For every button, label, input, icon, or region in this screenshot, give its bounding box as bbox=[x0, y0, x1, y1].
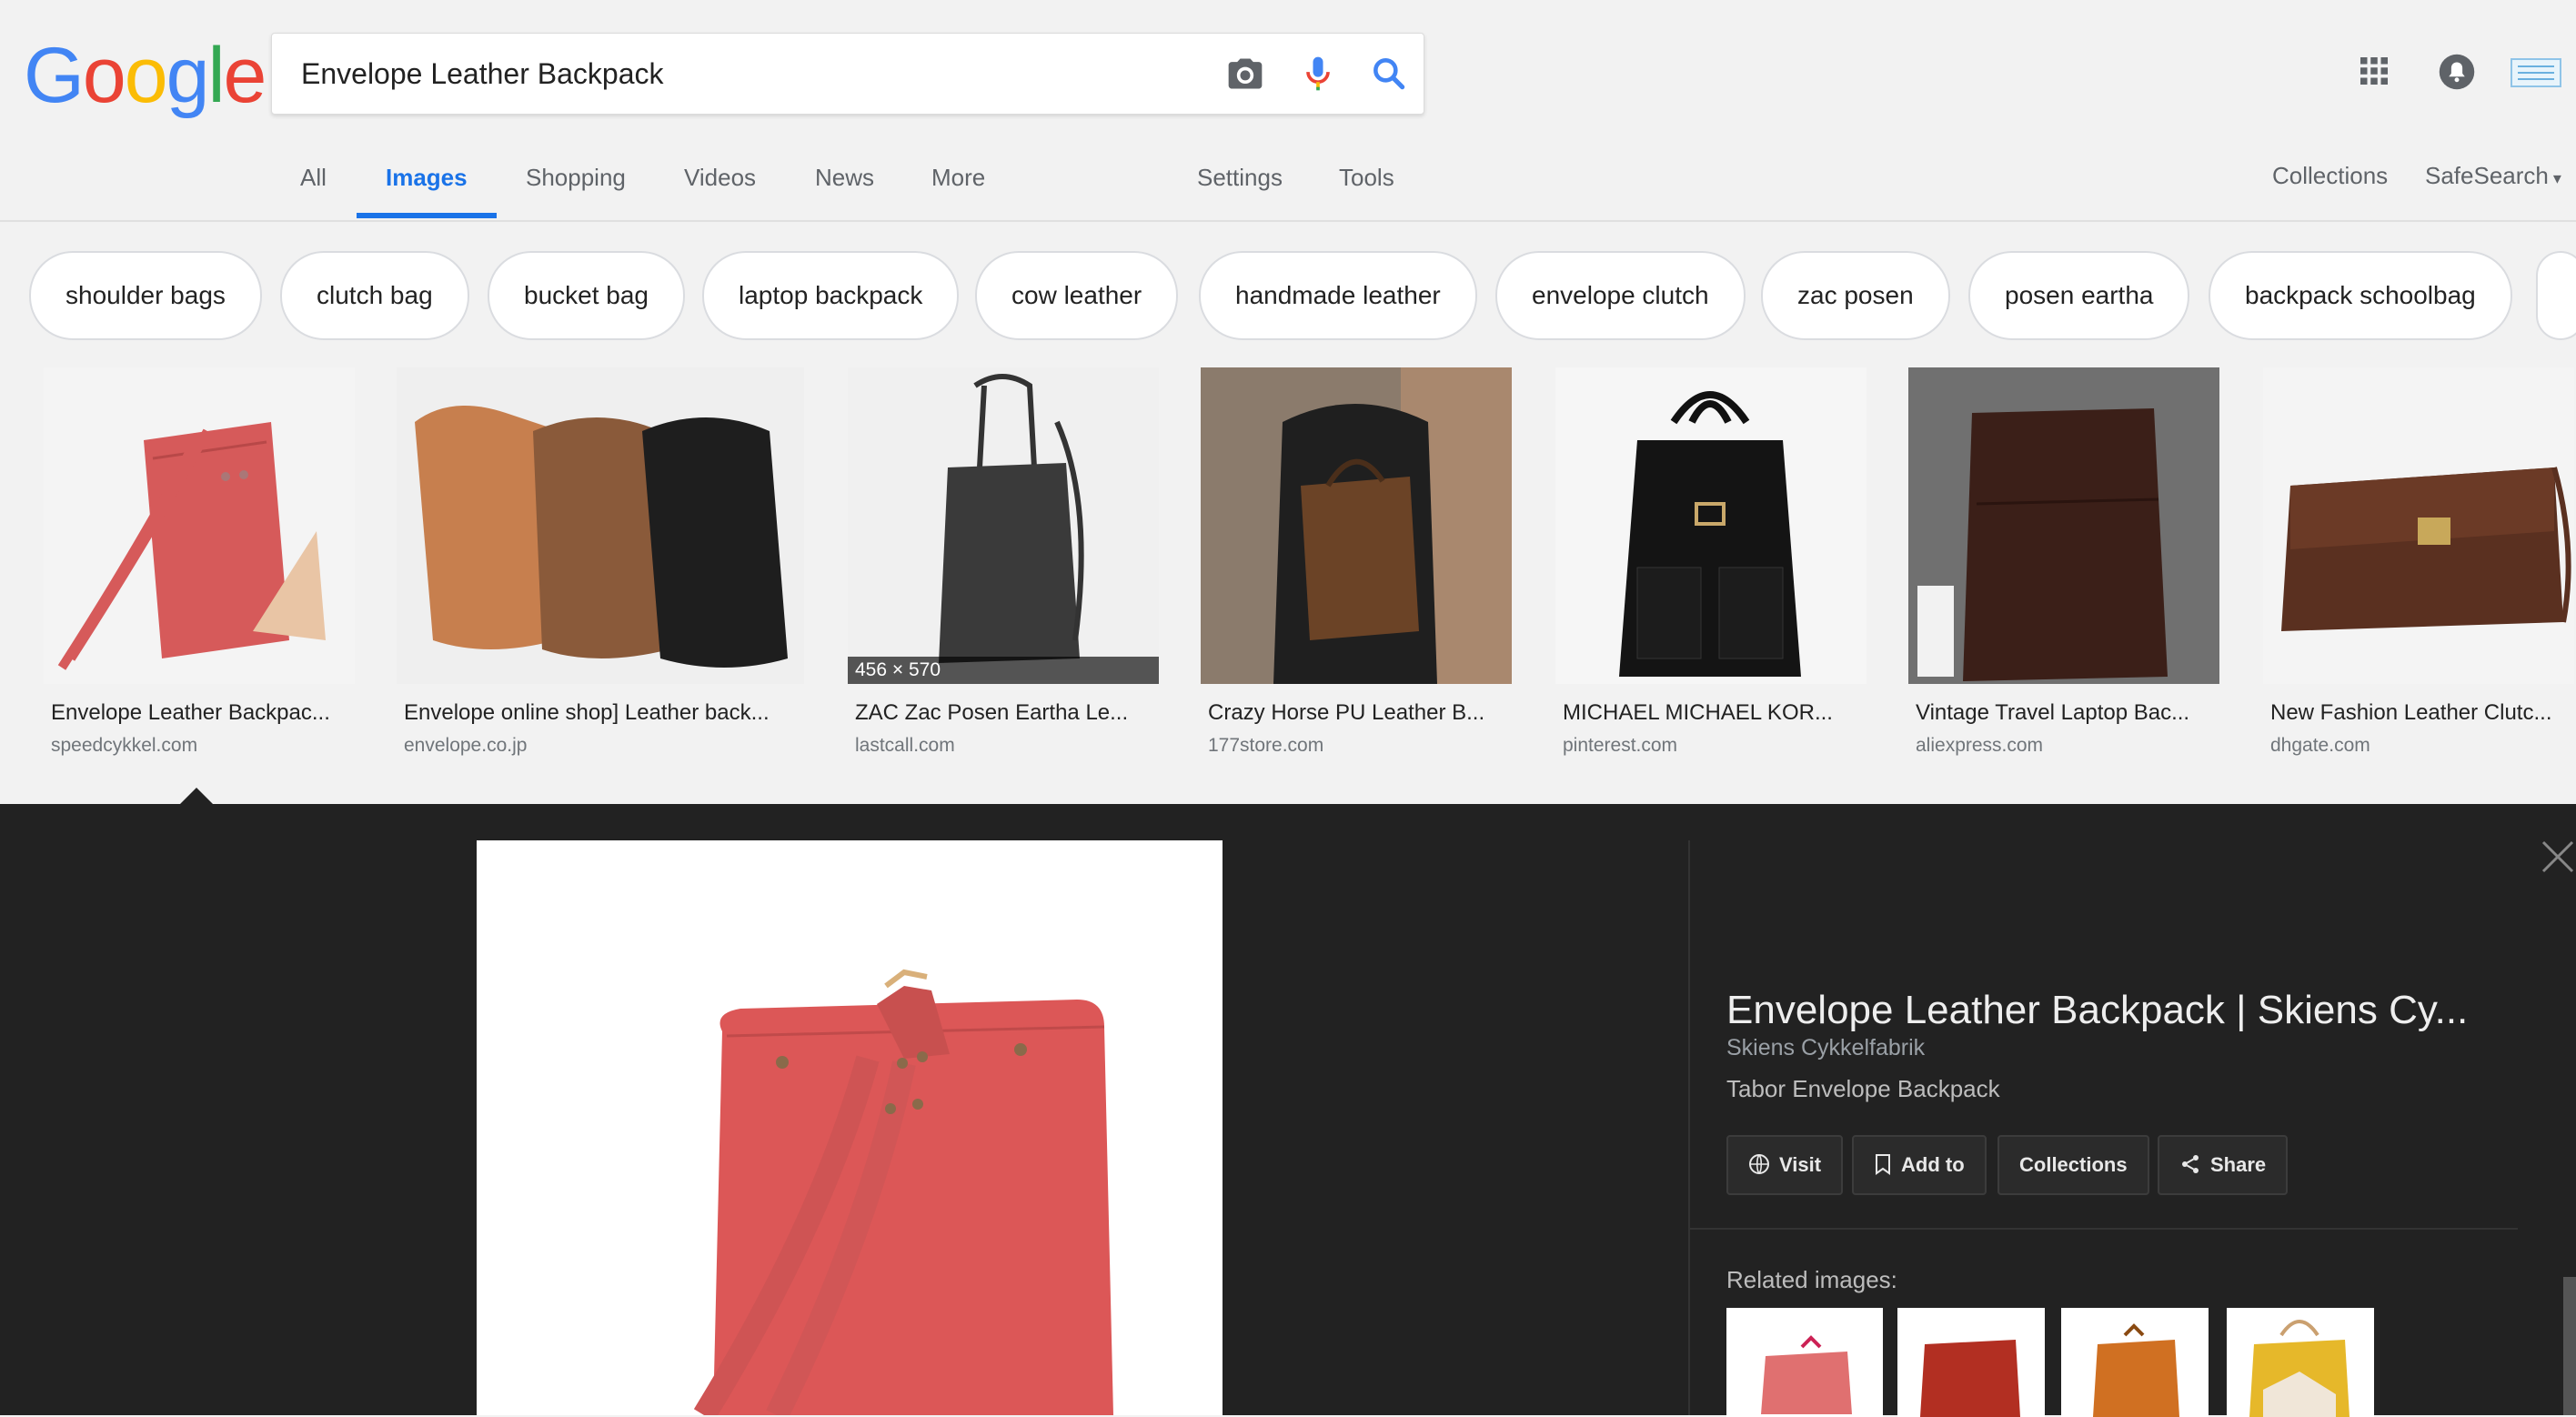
share-button[interactable]: Share bbox=[2158, 1135, 2289, 1195]
result-thumbnail[interactable] bbox=[2263, 367, 2574, 684]
related-image-2[interactable] bbox=[1897, 1308, 2045, 1417]
chip-handmade-leather[interactable]: handmade leather bbox=[1199, 251, 1477, 340]
image-result-4[interactable]: Crazy Horse PU Leather B... 177store.com bbox=[1201, 367, 1512, 757]
close-icon[interactable] bbox=[2538, 837, 2576, 877]
chip-backpack-schoolbag[interactable]: backpack schoolbag bbox=[2209, 251, 2512, 340]
result-thumbnail[interactable] bbox=[1201, 367, 1512, 684]
chip-overflow[interactable] bbox=[2536, 251, 2576, 340]
related-image-1[interactable] bbox=[1726, 1308, 1883, 1417]
preview-divider bbox=[1688, 840, 1690, 1415]
add-to-button[interactable]: Add to bbox=[1852, 1135, 1987, 1195]
preview-section-divider bbox=[1690, 1228, 2518, 1230]
logo-letter-l: l bbox=[207, 32, 225, 119]
chip-clutch-bag[interactable]: clutch bag bbox=[280, 251, 469, 340]
chevron-down-icon: ▾ bbox=[2548, 169, 2561, 187]
tools-link[interactable]: Tools bbox=[1339, 164, 1394, 192]
settings-link[interactable]: Settings bbox=[1197, 164, 1283, 192]
preview-site-name: Skiens Cykkelfabrik bbox=[1726, 1035, 1926, 1060]
chip-bucket-bag[interactable]: bucket bag bbox=[488, 251, 685, 340]
tab-images[interactable]: Images bbox=[386, 164, 468, 192]
related-image-3[interactable] bbox=[2061, 1308, 2209, 1417]
collections-label: Collections bbox=[2019, 1153, 2128, 1176]
result-title[interactable]: New Fashion Leather Clutc... bbox=[2263, 700, 2576, 726]
image-result-1[interactable]: Envelope Leather Backpac... speedcykkel.… bbox=[44, 367, 355, 757]
preview-caret bbox=[178, 788, 215, 806]
result-thumbnail[interactable] bbox=[1908, 367, 2219, 684]
logo-letter-g: G bbox=[24, 32, 85, 119]
result-source: envelope.co.jp bbox=[404, 735, 528, 756]
search-box[interactable]: Envelope Leather Backpack bbox=[271, 33, 1424, 115]
logo-letter-e: e bbox=[223, 32, 267, 119]
chip-cow-leather[interactable]: cow leather bbox=[975, 251, 1179, 340]
header-divider bbox=[0, 220, 2576, 222]
logo-letter-g2: g bbox=[166, 32, 210, 119]
globe-icon bbox=[1749, 1154, 1769, 1175]
result-title[interactable]: Envelope online shop] Leather back... bbox=[397, 700, 804, 726]
chip-laptop-backpack[interactable]: laptop backpack bbox=[702, 251, 960, 340]
preview-large-image[interactable] bbox=[477, 840, 1223, 1415]
camera-icon[interactable] bbox=[1225, 54, 1265, 94]
preview-description: Tabor Envelope Backpack bbox=[1726, 1075, 2000, 1102]
chip-envelope-clutch[interactable]: envelope clutch bbox=[1495, 251, 1746, 340]
result-title[interactable]: Envelope Leather Backpac... bbox=[44, 700, 360, 726]
result-thumbnail[interactable] bbox=[397, 367, 804, 684]
share-label: Share bbox=[2210, 1153, 2267, 1176]
google-logo[interactable]: Google bbox=[24, 31, 267, 121]
safesearch-dropdown[interactable]: SafeSearch ▾ bbox=[2425, 162, 2561, 190]
result-thumbnail[interactable]: 456 × 570 bbox=[848, 367, 1159, 684]
related-image-4[interactable] bbox=[2227, 1308, 2374, 1417]
tab-more[interactable]: More bbox=[931, 164, 985, 192]
collections-link[interactable]: Collections bbox=[2272, 162, 2388, 190]
chip-posen-eartha[interactable]: posen eartha bbox=[1968, 251, 2190, 340]
result-source: aliexpress.com bbox=[1916, 735, 2044, 756]
search-input[interactable]: Envelope Leather Backpack bbox=[301, 34, 663, 114]
search-icon[interactable] bbox=[1369, 54, 1409, 94]
image-result-7[interactable]: New Fashion Leather Clutc... dhgate.com bbox=[2263, 367, 2574, 757]
result-source: 177store.com bbox=[1208, 735, 1324, 756]
notifications-bell-icon[interactable] bbox=[2438, 53, 2476, 95]
add-to-label: Add to bbox=[1901, 1153, 1965, 1176]
result-thumbnail[interactable] bbox=[44, 367, 355, 684]
chip-zac-posen[interactable]: zac posen bbox=[1761, 251, 1950, 340]
safesearch-label: SafeSearch bbox=[2425, 162, 2549, 189]
result-title[interactable]: Crazy Horse PU Leather B... bbox=[1201, 700, 1517, 726]
visit-label: Visit bbox=[1779, 1153, 1822, 1176]
image-result-5[interactable]: MICHAEL MICHAEL KOR... pinterest.com bbox=[1555, 367, 1867, 757]
image-dimensions-badge: 456 × 570 bbox=[848, 657, 1159, 684]
tab-news[interactable]: News bbox=[815, 164, 874, 192]
image-result-2[interactable]: Envelope online shop] Leather back... en… bbox=[397, 367, 804, 757]
related-images-label: Related images: bbox=[1726, 1266, 1897, 1293]
result-source: dhgate.com bbox=[2270, 735, 2370, 756]
result-source: pinterest.com bbox=[1563, 735, 1678, 756]
result-title[interactable]: Vintage Travel Laptop Bac... bbox=[1908, 700, 2225, 726]
apps-grid-icon[interactable] bbox=[2358, 55, 2390, 92]
result-thumbnail[interactable] bbox=[1555, 367, 1867, 684]
result-title[interactable]: ZAC Zac Posen Eartha Le... bbox=[848, 700, 1164, 726]
bookmark-icon bbox=[1876, 1154, 1890, 1176]
preview-scrollbar[interactable] bbox=[2563, 1277, 2576, 1415]
visit-button[interactable]: Visit bbox=[1726, 1135, 1844, 1195]
logo-letter-o1: o bbox=[82, 32, 126, 119]
tab-videos[interactable]: Videos bbox=[684, 164, 756, 192]
tab-shopping[interactable]: Shopping bbox=[526, 164, 626, 192]
image-result-3[interactable]: 456 × 570 ZAC Zac Posen Eartha Le... las… bbox=[848, 367, 1159, 757]
result-title[interactable]: MICHAEL MICHAEL KOR... bbox=[1555, 700, 1872, 726]
collections-button[interactable]: Collections bbox=[1997, 1135, 2149, 1195]
microphone-icon[interactable] bbox=[1298, 54, 1338, 94]
image-result-6[interactable]: Vintage Travel Laptop Bac... aliexpress.… bbox=[1908, 367, 2219, 757]
search-tabs-nav: All Images Shopping Videos News More Set… bbox=[0, 160, 2576, 220]
result-source: speedcykkel.com bbox=[51, 735, 198, 756]
result-source: lastcall.com bbox=[855, 735, 955, 756]
active-tab-indicator bbox=[357, 213, 497, 218]
logo-letter-o2: o bbox=[124, 32, 168, 119]
tab-all[interactable]: All bbox=[300, 164, 327, 192]
header: Google Envelope Leather Backpack All Ima… bbox=[0, 0, 2576, 220]
chip-shoulder-bags[interactable]: shoulder bags bbox=[29, 251, 262, 340]
share-icon bbox=[2182, 1155, 2199, 1174]
preview-title[interactable]: Envelope Leather Backpack | Skiens Cy... bbox=[1726, 988, 2481, 1033]
account-avatar[interactable] bbox=[2511, 58, 2561, 92]
